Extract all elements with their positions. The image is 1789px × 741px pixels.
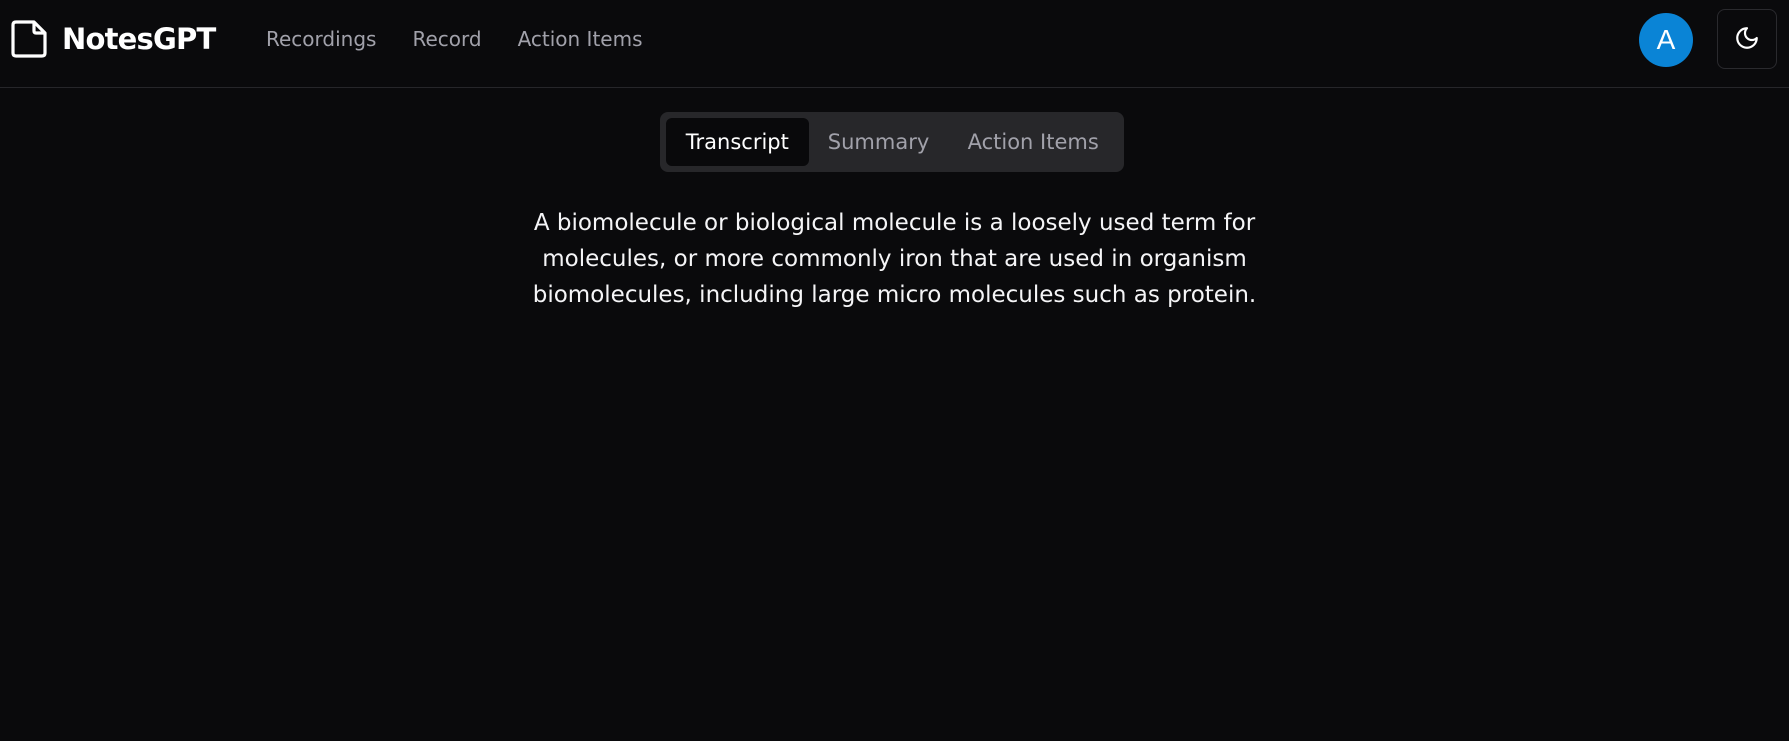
tab-action-items[interactable]: Action Items <box>948 118 1118 166</box>
transcript-text: A biomolecule or biological molecule is … <box>532 210 1257 308</box>
top-navigation-bar: NotesGPT Recordings Record Action Items … <box>0 0 1789 88</box>
user-avatar[interactable]: A <box>1639 13 1693 67</box>
nav-link-recordings[interactable]: Recordings <box>266 27 376 51</box>
tab-transcript[interactable]: Transcript <box>666 118 809 166</box>
main-nav: Recordings Record Action Items <box>266 24 679 54</box>
tab-summary[interactable]: Summary <box>809 118 949 166</box>
moon-icon <box>1734 25 1760 54</box>
nav-link-record[interactable]: Record <box>412 27 481 51</box>
view-tabs: Transcript Summary Action Items <box>660 112 1124 172</box>
file-icon <box>11 20 47 58</box>
brand-logo-link[interactable]: NotesGPT <box>11 20 216 58</box>
brand-name: NotesGPT <box>62 22 216 56</box>
theme-toggle-button[interactable] <box>1717 9 1777 69</box>
nav-link-action-items[interactable]: Action Items <box>518 27 643 51</box>
